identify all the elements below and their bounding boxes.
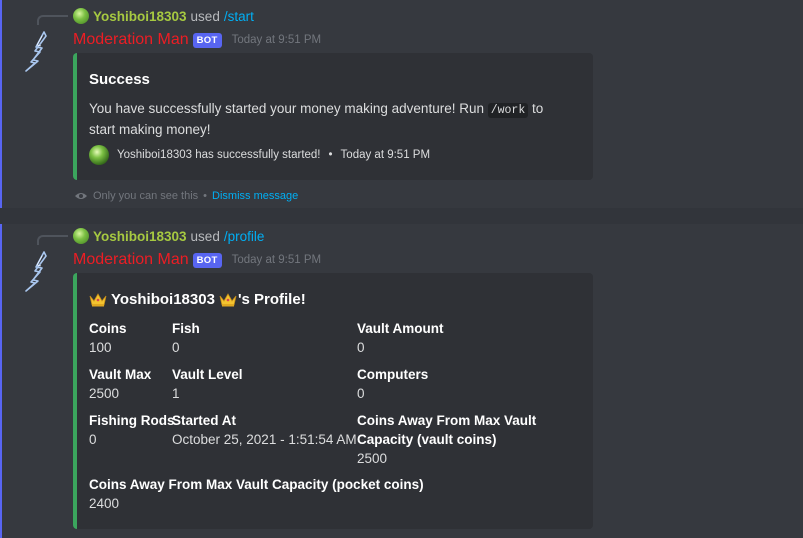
footer-text: Yoshiboi18303 has successfully started!: [117, 149, 321, 161]
message-header: Moderation Man BOT Today at 9:51 PM: [73, 250, 321, 270]
embed-footer: Yoshiboi18303 has successfully started! …: [89, 145, 430, 165]
field-fish: Fish 0: [172, 319, 200, 357]
reply-username[interactable]: Yoshiboi18303: [93, 9, 187, 24]
reply-connector: [37, 235, 68, 245]
reply-context[interactable]: Yoshiboi18303 used /start: [73, 7, 254, 25]
field-name: Coins Away From Max Vault Capacity (pock…: [89, 477, 424, 492]
field-name: Coins Away From Max Vault Capacity (vaul…: [357, 413, 537, 447]
footer-avatar-icon: [89, 145, 109, 165]
field-vault-amount: Vault Amount 0: [357, 319, 444, 357]
footer-time: Today at 9:51 PM: [340, 149, 431, 161]
field-name: Started At: [172, 413, 237, 428]
field-value: 0: [357, 386, 365, 401]
embed-success: Success You have successfully started yo…: [73, 53, 593, 180]
lightning-bolt-icon[interactable]: [22, 250, 58, 292]
field-vault-capacity-remaining: Coins Away From Max Vault Capacity (vaul…: [357, 411, 547, 468]
field-value: 2400: [89, 496, 120, 511]
field-value: October 25, 2021 - 1:51:54 AM: [172, 432, 357, 447]
field-fishing-rods: Fishing Rods 0: [89, 411, 175, 449]
embed-description-text: You have successfully started your money…: [89, 101, 488, 116]
field-pocket-capacity-remaining: Coins Away From Max Vault Capacity (pock…: [89, 475, 424, 513]
embed-title: Success: [89, 71, 150, 88]
reply-avatar-icon[interactable]: [73, 8, 89, 24]
field-value: 0: [172, 340, 180, 355]
embed-description: You have successfully started your money…: [89, 99, 559, 139]
reply-connector: [37, 15, 68, 25]
field-value: 0: [357, 340, 365, 355]
reply-used-label: used: [190, 8, 220, 24]
field-vault-max: Vault Max 2500: [89, 365, 151, 403]
field-started-at: Started At October 25, 2021 - 1:51:54 AM: [172, 411, 357, 449]
message-timestamp[interactable]: Today at 9:51 PM: [232, 254, 322, 266]
field-vault-level: Vault Level 1: [172, 365, 243, 403]
message-divider: [0, 208, 803, 224]
bot-tag: BOT: [192, 252, 222, 268]
reply-username[interactable]: Yoshiboi18303: [93, 229, 187, 244]
reply-avatar-icon[interactable]: [73, 228, 89, 244]
dismiss-message-link[interactable]: Dismiss message: [212, 190, 298, 202]
reply-used-label: used: [190, 228, 220, 244]
field-name: Computers: [357, 367, 429, 382]
field-name: Vault Max: [89, 367, 152, 382]
field-name: Coins: [89, 321, 127, 336]
author-username[interactable]: Moderation Man: [73, 251, 189, 269]
field-name: Vault Level: [172, 367, 243, 382]
embed-profile: Yoshiboi18303 's Profile! Coins 100 Fish…: [73, 273, 593, 529]
field-name: Vault Amount: [357, 321, 444, 336]
reply-command[interactable]: /profile: [224, 229, 265, 244]
ephemeral-separator: •: [203, 190, 208, 202]
message-header: Moderation Man BOT Today at 9:51 PM: [73, 30, 321, 50]
author-username[interactable]: Moderation Man: [73, 31, 189, 49]
field-name: Fishing Rods: [89, 413, 175, 428]
field-value: 1: [172, 386, 180, 401]
field-computers: Computers 0: [357, 365, 428, 403]
eye-icon: [75, 193, 87, 199]
bot-tag: BOT: [192, 32, 222, 48]
ephemeral-text: Only you can see this: [93, 190, 199, 202]
reply-context[interactable]: Yoshiboi18303 used /profile: [73, 227, 264, 245]
unread-indicator-bar: [0, 0, 2, 538]
footer-separator: •: [328, 149, 333, 161]
field-name: Fish: [172, 321, 200, 336]
field-coins: Coins 100: [89, 319, 127, 357]
field-value: 0: [89, 432, 97, 447]
embed-fields: Coins 100 Fish 0 Vault Amount 0 Vault Ma…: [89, 273, 589, 529]
inline-code: /work: [487, 103, 529, 118]
message-timestamp[interactable]: Today at 9:51 PM: [232, 34, 322, 46]
ephemeral-notice: Only you can see this • Dismiss message: [74, 190, 298, 202]
field-value: 2500: [89, 386, 120, 401]
field-value: 100: [89, 340, 112, 355]
lightning-bolt-icon[interactable]: [22, 30, 58, 72]
reply-command[interactable]: /start: [224, 9, 254, 24]
field-value: 2500: [357, 451, 388, 466]
